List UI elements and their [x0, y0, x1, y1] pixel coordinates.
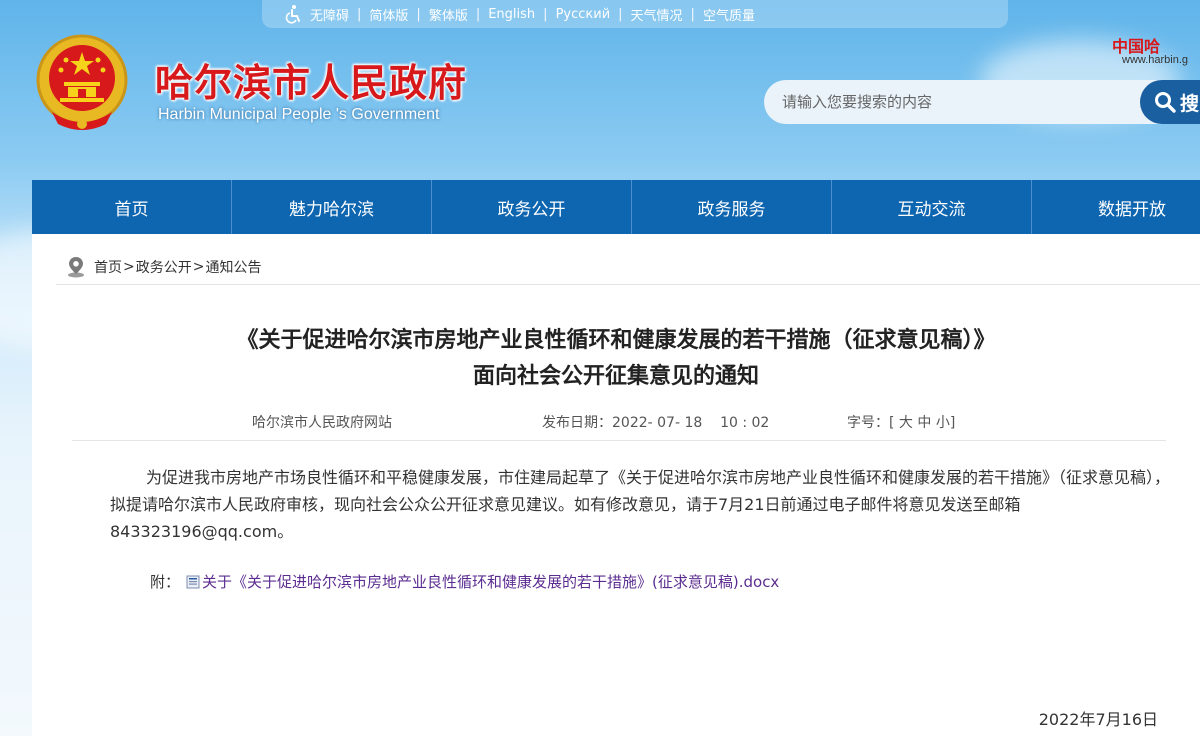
- breadcrumb-gov-affairs-open[interactable]: 政务公开: [136, 257, 192, 277]
- china-site-logo[interactable]: 中国哈 www.harbin.g: [1110, 32, 1200, 72]
- article-source: 哈尔滨市人民政府网站: [252, 415, 392, 431]
- article-title-line1: 《关于促进哈尔滨市房地产业良性循环和健康发展的若干措施（征求意见稿）》: [236, 328, 996, 353]
- breadcrumb-separator: >: [192, 259, 205, 275]
- accessibility-bar: 无障碍 | 简体版 | 繁体版 | English | Русский | 天气…: [262, 0, 1008, 28]
- nav-item-interaction[interactable]: 互动交流: [832, 180, 1032, 234]
- weather-link[interactable]: 天气情况: [631, 5, 683, 24]
- english-link[interactable]: English: [488, 7, 535, 22]
- accessibility-link[interactable]: 无障碍: [310, 5, 349, 24]
- attachment-label: 附：: [150, 573, 181, 591]
- topbar-separator: |: [416, 6, 421, 22]
- location-pin-icon: [68, 257, 84, 278]
- simplified-chinese-link[interactable]: 简体版: [369, 5, 408, 24]
- nav-item-gov-affairs-open[interactable]: 政务公开: [432, 180, 632, 234]
- topbar-separator: |: [475, 6, 481, 22]
- russian-link[interactable]: Русский: [556, 7, 611, 22]
- publish-date-label: 发布日期：: [542, 415, 612, 431]
- china-logo-url: www.harbin.g: [1122, 54, 1189, 66]
- search-icon: [1155, 92, 1176, 113]
- search-button-label: 搜: [1180, 92, 1200, 115]
- font-size-bracket-close: ]: [949, 415, 956, 431]
- search-button[interactable]: 搜: [1140, 80, 1200, 124]
- accessibility-icon[interactable]: [284, 4, 304, 24]
- site-title[interactable]: 哈尔滨市人民政府: [155, 52, 467, 107]
- font-size-medium-button[interactable]: 中: [917, 415, 931, 431]
- publish-date-meta: 发布日期：2022- 07- 18 10 : 02: [542, 412, 769, 432]
- breadcrumb-notices[interactable]: 通知公告: [205, 257, 261, 277]
- main-nav: 首页 魅力哈尔滨 政务公开 政务服务 互动交流 数据开放: [32, 180, 1200, 234]
- article-body: 为促进我市房地产市场良性循环和平稳健康发展，市住建局起草了《关于促进哈尔滨市房地…: [110, 468, 1171, 541]
- font-size-control: 字号：[ 大 中 小]: [847, 412, 955, 432]
- publish-date-value: 2022- 07- 18 10 : 02: [612, 415, 770, 431]
- article-title-line2: 面向社会公开征集意见的通知: [472, 364, 759, 389]
- word-document-icon: [186, 575, 200, 588]
- traditional-chinese-link[interactable]: 繁体版: [429, 5, 468, 24]
- topbar-separator: |: [618, 6, 623, 22]
- font-size-bracket-open: [: [889, 415, 895, 431]
- nav-item-gov-services[interactable]: 政务服务: [632, 180, 832, 234]
- attachment-link[interactable]: 关于《关于促进哈尔滨市房地产业良性循环和健康发展的若干措施》(征求意见稿).do…: [202, 571, 779, 592]
- nav-item-open-data[interactable]: 数据开放: [1032, 180, 1200, 234]
- attachment-row: 附： 关于《关于促进哈尔滨市房地产业良性循环和健康发展的若干措施》(征求意见稿)…: [150, 571, 779, 592]
- article-panel: 首页 > 政务公开 > 通知公告 《关于促进哈尔滨市房地产业良性循环和健康发展的…: [32, 234, 1200, 736]
- divider: [72, 440, 1166, 441]
- nav-item-home[interactable]: 首页: [32, 180, 232, 234]
- divider: [56, 284, 1200, 285]
- article-date: 2022年7月16日: [1038, 710, 1158, 729]
- breadcrumb-separator: >: [123, 259, 135, 275]
- topbar-separator: |: [357, 6, 362, 22]
- font-size-large-button[interactable]: 大: [899, 415, 913, 431]
- site-subtitle: Harbin Municipal People 's Government: [158, 106, 440, 123]
- font-size-label: 字号：: [847, 415, 889, 431]
- breadcrumb-home[interactable]: 首页: [94, 257, 122, 277]
- nav-item-charm-harbin[interactable]: 魅力哈尔滨: [232, 180, 432, 234]
- topbar-separator: |: [543, 6, 548, 22]
- search-input[interactable]: [764, 80, 1184, 124]
- search-box: 搜: [764, 80, 1200, 124]
- air-quality-link[interactable]: 空气质量: [703, 5, 755, 24]
- topbar-separator: |: [690, 6, 695, 22]
- breadcrumb: 首页 > 政务公开 > 通知公告: [66, 256, 261, 278]
- national-emblem-icon: [36, 34, 128, 130]
- font-size-small-button[interactable]: 小: [936, 415, 950, 431]
